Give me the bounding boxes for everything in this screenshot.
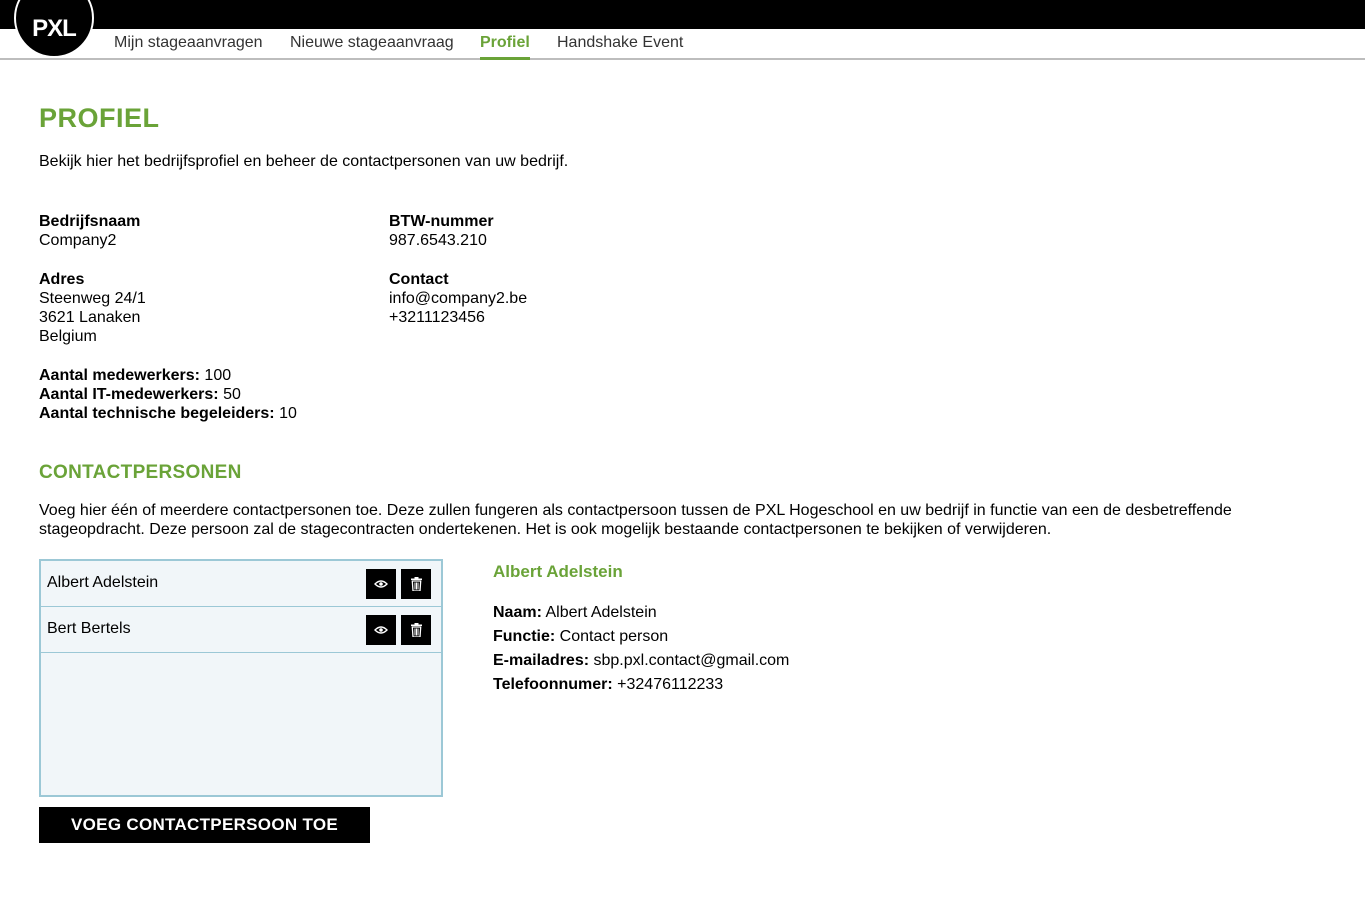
company-stats: Aantal medewerkers: 100 Aantal IT-medewe… (39, 366, 297, 423)
detail-email-value: sbp.pxl.contact@gmail.com (593, 652, 790, 669)
contact-block: Contact info@company2.be +3211123456 (389, 270, 527, 327)
vat-label: BTW-nummer (389, 213, 494, 230)
employees-label: Aantal medewerkers: (39, 367, 200, 384)
employees-value: 100 (204, 367, 232, 384)
detail-name-row: Naam: Albert Adelstein (493, 601, 789, 625)
eye-icon (374, 626, 388, 634)
detail-phone-value: +32476112233 (617, 676, 724, 693)
contact-label: Contact (389, 271, 449, 288)
vat-block: BTW-nummer 987.6543.210 (389, 212, 494, 250)
page-intro: Bekijk hier het bedrijfsprofiel en behee… (39, 153, 569, 170)
nav-item-mijn-stageaanvragen[interactable]: Mijn stageaanvragen (114, 34, 263, 60)
nav-item-handshake-event[interactable]: Handshake Event (557, 34, 683, 60)
address-block: Adres Steenweg 24/1 3621 Lanaken Belgium (39, 270, 146, 346)
detail-function-row: Functie: Contact person (493, 625, 789, 649)
view-contact-button[interactable] (366, 615, 396, 645)
top-bar (0, 0, 1365, 29)
detail-email-label: E-mailadres: (493, 652, 590, 669)
address-line2: 3621 Lanaken (39, 309, 141, 326)
it-employees-label: Aantal IT-medewerkers: (39, 386, 219, 403)
employees-row: Aantal medewerkers: 100 (39, 366, 297, 385)
detail-name-value: Albert Adelstein (545, 604, 657, 621)
detail-function-value: Contact person (559, 628, 669, 645)
it-employees-row: Aantal IT-medewerkers: 50 (39, 385, 297, 404)
trash-icon (410, 577, 422, 591)
detail-function-label: Functie: (493, 628, 556, 645)
contact-phone: +3211123456 (389, 309, 485, 326)
tech-supervisors-row: Aantal technische begeleiders: 10 (39, 404, 297, 423)
tech-supervisors-label: Aantal technische begeleiders: (39, 405, 275, 422)
address-label: Adres (39, 271, 85, 288)
add-contact-button[interactable]: VOEG CONTACTPERSOON TOE (39, 807, 370, 843)
main-nav: Mijn stageaanvragen Nieuwe stageaanvraag… (0, 29, 1365, 60)
contact-email: info@company2.be (389, 290, 528, 307)
detail-name-label: Naam: (493, 604, 542, 621)
it-employees-value: 50 (223, 386, 241, 403)
contact-list: Albert Adelstein Bert Bertels (39, 559, 443, 797)
address-country: Belgium (39, 328, 97, 345)
vat-value: 987.6543.210 (389, 232, 487, 249)
tech-supervisors-value: 10 (279, 405, 297, 422)
nav-item-profiel[interactable]: Profiel (480, 34, 530, 60)
contacts-section-description: Voeg hier één of meerdere contactpersone… (39, 502, 1232, 538)
contacts-section-title: CONTACTPERSONEN (39, 462, 242, 483)
delete-contact-button[interactable] (401, 569, 431, 599)
contact-name: Bert Bertels (47, 620, 131, 637)
delete-contact-button[interactable] (401, 615, 431, 645)
nav-item-nieuwe-stageaanvraag[interactable]: Nieuwe stageaanvraag (290, 34, 454, 60)
company-name-block: Bedrijfsnaam Company2 (39, 212, 140, 250)
eye-icon (374, 580, 388, 588)
selected-contact-details: Naam: Albert Adelstein Functie: Contact … (493, 601, 789, 697)
detail-phone-label: Telefoonnumer: (493, 676, 613, 693)
contact-list-item[interactable]: Albert Adelstein (41, 561, 441, 607)
trash-icon (410, 623, 422, 637)
page-title: PROFIEL (39, 103, 160, 133)
detail-phone-row: Telefoonnumer: +32476112233 (493, 673, 789, 697)
company-name-label: Bedrijfsnaam (39, 213, 141, 230)
address-line1: Steenweg 24/1 (39, 290, 146, 307)
selected-contact-title: Albert Adelstein (493, 562, 623, 581)
contact-name: Albert Adelstein (47, 574, 159, 591)
contact-list-item[interactable]: Bert Bertels (41, 607, 441, 653)
company-name-value: Company2 (39, 232, 117, 249)
view-contact-button[interactable] (366, 569, 396, 599)
detail-email-row: E-mailadres: sbp.pxl.contact@gmail.com (493, 649, 789, 673)
